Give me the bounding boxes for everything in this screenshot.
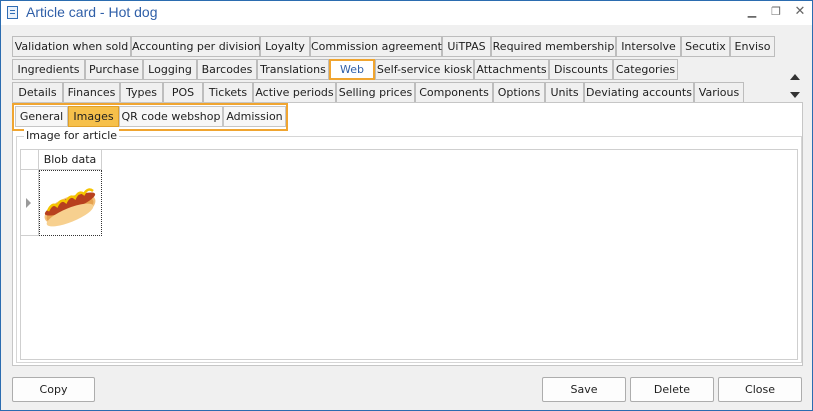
subtab-admission[interactable]: Admission	[223, 106, 286, 127]
copy-button[interactable]: Copy	[12, 377, 95, 402]
scroll-down-arrow-icon[interactable]	[790, 92, 800, 98]
document-icon	[7, 6, 18, 19]
tab-enviso[interactable]: Enviso	[730, 36, 775, 57]
tab-accounting-per-division[interactable]: Accounting per division	[131, 36, 261, 57]
group-title: Image for article	[24, 129, 120, 142]
tab-uitpas[interactable]: UiTPAS	[442, 36, 491, 57]
row-pointer-icon	[26, 198, 31, 208]
tab-active-periods[interactable]: Active periods	[253, 82, 336, 103]
tab-various[interactable]: Various	[694, 82, 744, 103]
tab-barcodes[interactable]: Barcodes	[197, 59, 257, 80]
minimize-icon[interactable]: ▁	[743, 4, 761, 20]
tab-validation-when-sold[interactable]: Validation when sold	[12, 36, 131, 57]
tab-components[interactable]: Components	[415, 82, 493, 103]
tab-categories[interactable]: Categories	[613, 59, 678, 80]
blob-data-cell[interactable]	[39, 170, 102, 236]
tab-discounts[interactable]: Discounts	[549, 59, 613, 80]
column-header-blob-data[interactable]: Blob data	[39, 150, 102, 170]
close-icon[interactable]: ✕	[791, 4, 809, 20]
subtab-general[interactable]: General	[15, 106, 68, 127]
tab-options[interactable]: Options	[493, 82, 545, 103]
tab-translations[interactable]: Translations	[257, 59, 329, 80]
maximize-icon[interactable]: ❐	[767, 4, 785, 20]
tab-deviating-accounts[interactable]: Deviating accounts	[584, 82, 694, 103]
tab-commission-agreement[interactable]: Commission agreement	[310, 36, 442, 57]
delete-button[interactable]: Delete	[630, 377, 714, 402]
subtab-images[interactable]: Images	[68, 106, 119, 127]
close-button[interactable]: Close	[718, 377, 802, 402]
hot-dog-image	[44, 188, 96, 227]
tab-details[interactable]: Details	[12, 82, 63, 103]
image-grid[interactable]: Blob data	[20, 149, 798, 360]
tab-selling-prices[interactable]: Selling prices	[336, 82, 415, 103]
tab-ingredients[interactable]: Ingredients	[12, 59, 85, 80]
tab-tickets[interactable]: Tickets	[203, 82, 253, 103]
save-button[interactable]: Save	[542, 377, 626, 402]
article-card-window: Article card - Hot dog ▁ ❐ ✕ Validation …	[0, 0, 813, 411]
tab-units[interactable]: Units	[545, 82, 584, 103]
row-indicator[interactable]	[21, 170, 39, 236]
subtab-qr-code-webshop[interactable]: QR code webshop	[119, 106, 223, 127]
window-title: Article card - Hot dog	[26, 4, 158, 20]
tab-purchase[interactable]: Purchase	[85, 59, 143, 80]
tab-required-membership[interactable]: Required membership	[491, 36, 616, 57]
tab-logging[interactable]: Logging	[143, 59, 197, 80]
tab-attachments[interactable]: Attachments	[474, 59, 549, 80]
tab-pos[interactable]: POS	[163, 82, 203, 103]
tab-finances[interactable]: Finances	[63, 82, 120, 103]
grid-header-indicator	[21, 150, 39, 170]
scroll-up-arrow-icon[interactable]	[790, 74, 800, 80]
title-bar: Article card - Hot dog ▁ ❐ ✕	[1, 1, 812, 25]
image-group-box: Image for article Blob data	[16, 129, 802, 363]
tab-web[interactable]: Web	[329, 59, 375, 80]
tab-self-service-kiosk[interactable]: Self-service kiosk	[375, 59, 474, 80]
tab-secutix[interactable]: Secutix	[681, 36, 730, 57]
tab-types[interactable]: Types	[120, 82, 163, 103]
tab-intersolve[interactable]: Intersolve	[616, 36, 681, 57]
tab-loyalty[interactable]: Loyalty	[260, 36, 310, 57]
